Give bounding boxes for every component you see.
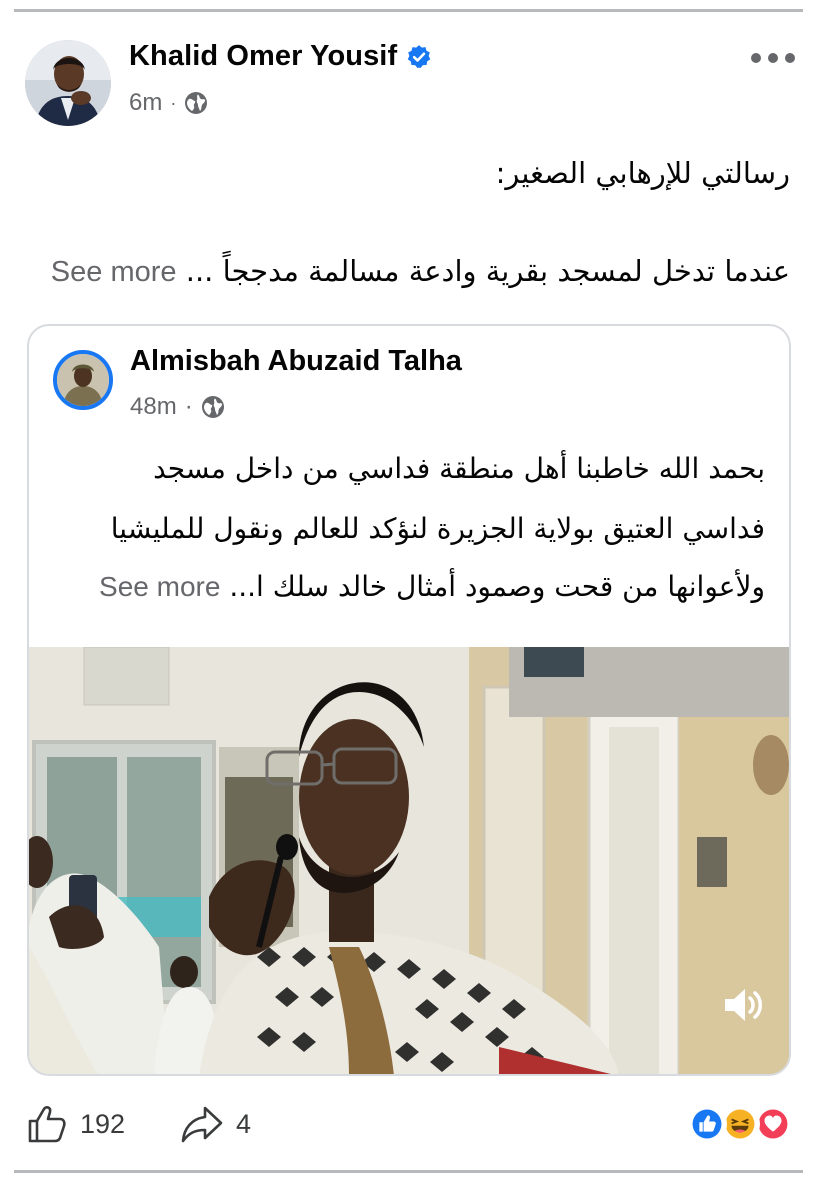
share-count: 4 [236,1108,252,1139]
shared-text-line-3: ولأعوانها من قحت وصمود أمثال خالد سلك ا.… [99,570,765,603]
author-avatar[interactable] [25,40,111,126]
shared-post-time[interactable]: 48m [130,393,177,421]
speaker-icon[interactable] [719,980,769,1030]
post-text-line-2: عندما تدخل لمسجد بقرية وادعة مسالمة مدجج… [51,254,790,289]
top-divider [14,9,803,12]
dot-icon [768,53,778,63]
post-options-button[interactable] [751,48,795,68]
shared-text-line-2: فداسي العتيق بولاية الجزيرة لنؤكد للعالم… [110,512,765,545]
share-button[interactable]: 4 [180,1103,251,1145]
meta-separator: · [170,92,177,113]
author-name-text[interactable]: Khalid Omer Yousif [129,40,397,73]
share-arrow-icon [181,1106,223,1143]
shared-author-name[interactable]: Almisbah Abuzaid Talha [130,345,462,378]
meta-separator: · [184,393,193,420]
shared-text-line-1: بحمد الله خاطبنا أهل منطقة فداسي من داخل… [153,452,765,485]
shared-post-card[interactable]: Almisbah Abuzaid Talha 48m · بحمد الله خ… [27,324,791,1076]
shared-author-avatar[interactable] [53,350,113,410]
bottom-divider [14,1170,803,1173]
reactions-summary[interactable] [687,1104,793,1144]
dot-icon [785,53,795,63]
like-button[interactable]: 192 [26,1103,125,1145]
like-count: 192 [80,1108,126,1139]
video-player[interactable] [29,647,789,1074]
post-meta: 6m · [129,89,208,117]
shared-text-truncated: ولأعوانها من قحت وصمود أمثال خالد سلك ا.… [229,570,765,603]
verified-badge-icon [407,44,431,68]
dot-icon [751,53,761,63]
like-reaction-icon [687,1104,727,1144]
globe-icon [201,396,224,418]
globe-icon [185,92,208,114]
post-text-line-1: رسالتي للإرهابي الصغير: [495,156,790,190]
post-text-truncated: عندما تدخل لمسجد بقرية وادعة مسالمة مدجج… [185,254,790,288]
thumbs-up-icon [28,1106,66,1143]
see-more-link[interactable]: See more [51,256,177,288]
video-frame-image [29,647,789,1074]
post-author-name[interactable]: Khalid Omer Yousif [129,40,432,73]
shared-post-meta: 48m · [130,393,225,421]
post-time[interactable]: 6m [129,89,162,117]
shared-see-more-link[interactable]: See more [99,571,220,602]
